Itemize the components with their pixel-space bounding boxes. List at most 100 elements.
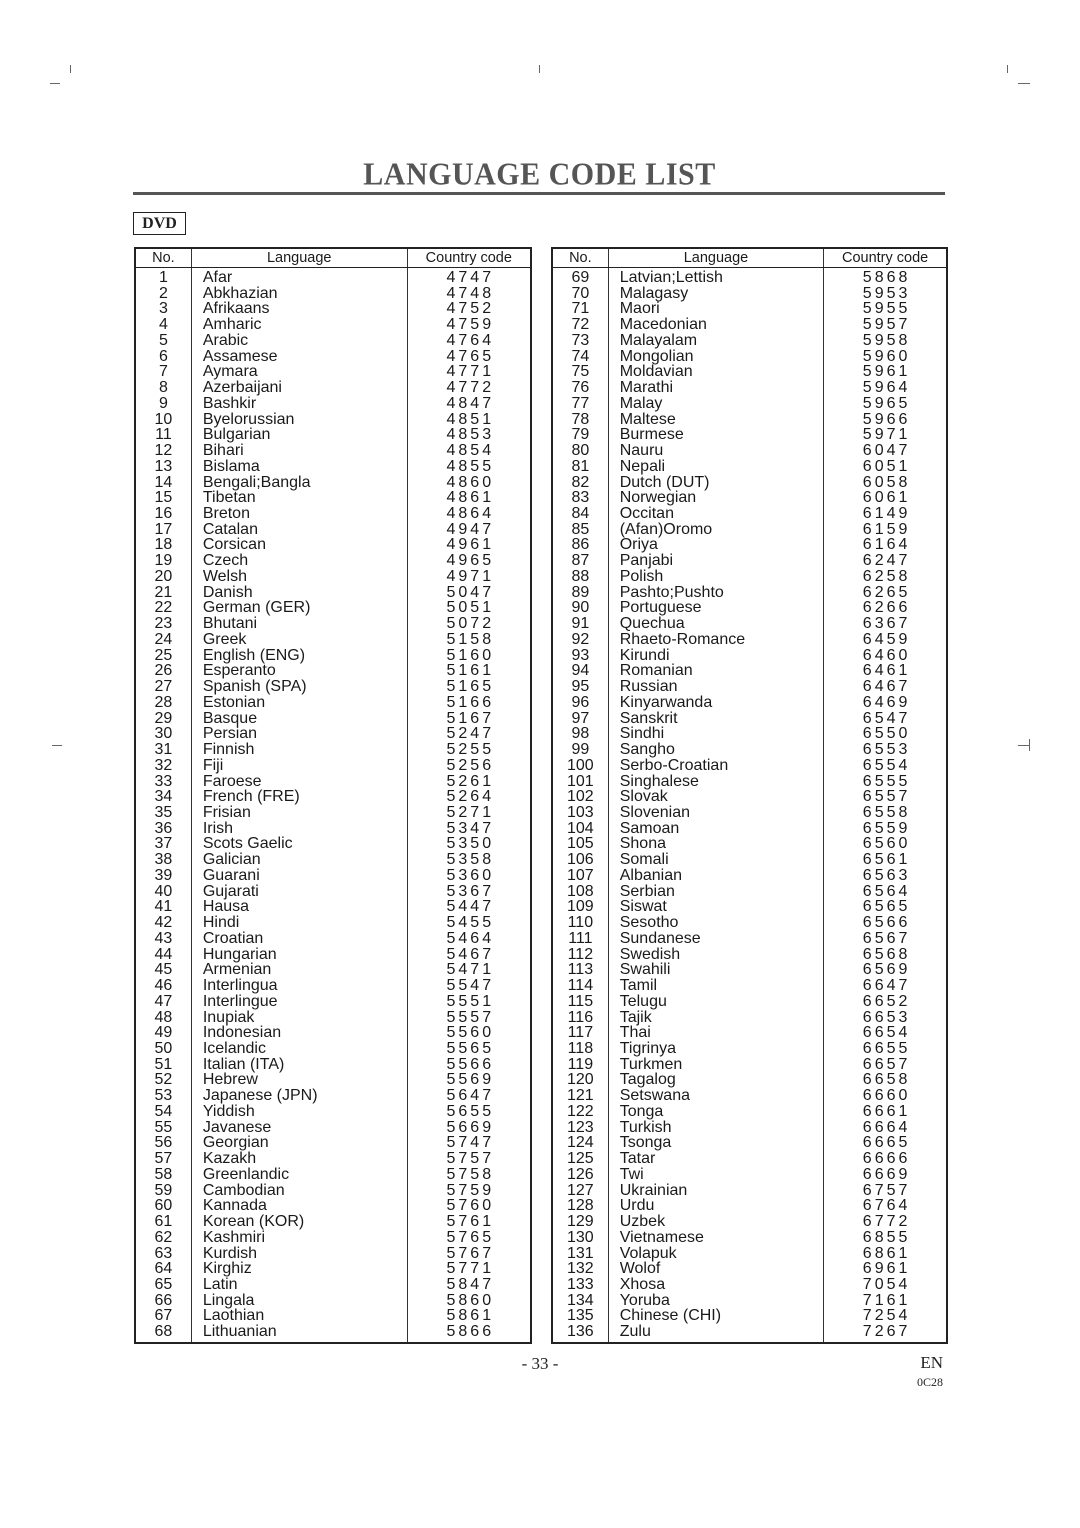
row-number: 33 <box>134 773 192 790</box>
country-code: 6558 <box>823 805 948 821</box>
country-code: 5551 <box>406 993 532 1010</box>
row-number: 110 <box>551 915 609 931</box>
row-number: 35 <box>134 805 192 821</box>
country-code: 6669 <box>823 1166 948 1183</box>
row-number: 17 <box>134 521 192 538</box>
row-number: 55 <box>134 1119 192 1136</box>
language-name: Singhalese <box>607 773 825 790</box>
country-code: 6159 <box>823 521 948 538</box>
table-row: 30 Persian 5247 <box>134 726 532 743</box>
language-name: Scots Gaelic <box>190 836 408 853</box>
header-language: Language <box>190 247 408 268</box>
table-row: 78 Maltese 5966 <box>551 411 948 428</box>
row-number: 106 <box>551 852 609 868</box>
row-number: 121 <box>551 1088 609 1104</box>
row-number: 74 <box>551 348 609 365</box>
table-row: 61 Korean (KOR) 5761 <box>134 1214 532 1230</box>
row-number: 93 <box>551 647 609 664</box>
table-row: 73 Malayalam 5958 <box>551 333 948 349</box>
country-code: 4847 <box>406 396 532 412</box>
country-code: 6553 <box>823 742 948 758</box>
language-name: Vietnamese <box>607 1229 825 1246</box>
row-number: 30 <box>134 726 192 743</box>
table-row: 125 Tatar 6666 <box>551 1151 948 1167</box>
language-name: Xhosa <box>607 1277 825 1293</box>
country-code: 6647 <box>823 978 948 994</box>
row-number: 20 <box>134 569 192 585</box>
table-row: 50 Icelandic 5565 <box>134 1041 532 1057</box>
row-number: 98 <box>551 726 609 743</box>
table-row: 124 Tsonga 6665 <box>551 1135 948 1152</box>
country-code: 6569 <box>823 962 948 979</box>
country-code: 4752 <box>406 301 532 318</box>
table-row: 113 Swahili 6569 <box>551 962 948 979</box>
language-name: Finnish <box>190 742 408 758</box>
table-row: 112 Swedish 6568 <box>551 946 948 963</box>
table-row: 14 Bengali;Bangla 4860 <box>134 474 532 491</box>
header-language: Language <box>607 247 825 268</box>
country-code: 5358 <box>406 852 532 868</box>
row-number: 129 <box>551 1214 609 1230</box>
language-name: Czech <box>190 553 408 569</box>
header-country-code: Country code <box>823 247 948 268</box>
language-name: Sanskrit <box>607 710 825 727</box>
table-row: 12 Bihari 4854 <box>134 443 532 459</box>
country-code: 7267 <box>823 1324 948 1343</box>
table-row: 131 Volapuk 6861 <box>551 1245 948 1262</box>
language-name: Tamil <box>607 978 825 994</box>
table-row: 48 Inupiak 5557 <box>134 1009 532 1026</box>
row-number: 14 <box>134 474 192 491</box>
language-name: Mongolian <box>607 348 825 365</box>
crop-mark-top-center <box>539 65 540 73</box>
row-number: 22 <box>134 600 192 617</box>
country-code: 6266 <box>823 600 948 617</box>
table-row: 20 Welsh 4971 <box>134 569 532 585</box>
country-code: 4764 <box>406 333 532 349</box>
language-name: Malagasy <box>607 285 825 302</box>
table-row: 65 Latin 5847 <box>134 1277 532 1293</box>
row-number: 118 <box>551 1041 609 1057</box>
table-row: 68 Lithuanian 5866 <box>134 1324 532 1343</box>
row-number: 63 <box>134 1245 192 1262</box>
country-code: 6459 <box>823 632 948 648</box>
country-code: 4961 <box>406 537 532 554</box>
language-name: Bengali;Bangla <box>190 474 408 491</box>
language-name: Spanish (SPA) <box>190 679 408 695</box>
language-name: Dutch (DUT) <box>607 474 825 491</box>
table-row: 3 Afrikaans 4752 <box>134 301 532 318</box>
country-code: 4765 <box>406 348 532 365</box>
country-code: 4854 <box>406 443 532 459</box>
country-code: 5861 <box>406 1308 532 1325</box>
language-name: Italian (ITA) <box>190 1056 408 1073</box>
table-row: 119 Turkmen 6657 <box>551 1056 948 1073</box>
country-code: 6764 <box>823 1198 948 1215</box>
row-number: 49 <box>134 1025 192 1041</box>
language-name: French (FRE) <box>190 789 408 805</box>
row-number: 133 <box>551 1277 609 1293</box>
language-name: Kurdish <box>190 1245 408 1262</box>
language-name: Telugu <box>607 993 825 1010</box>
language-name: Turkmen <box>607 1056 825 1073</box>
country-code: 6461 <box>823 663 948 680</box>
country-code: 5167 <box>406 710 532 727</box>
row-number: 38 <box>134 852 192 868</box>
row-number: 62 <box>134 1229 192 1246</box>
language-name: Inupiak <box>190 1009 408 1026</box>
row-number: 125 <box>551 1151 609 1167</box>
language-name: German (GER) <box>190 600 408 617</box>
country-code: 5669 <box>406 1119 532 1136</box>
country-code: 5557 <box>406 1009 532 1026</box>
table-row: 2 Abkhazian 4748 <box>134 285 532 302</box>
language-name: Welsh <box>190 569 408 585</box>
table-row: 76 Marathi 5964 <box>551 380 948 396</box>
table-row: 59 Cambodian 5759 <box>134 1182 532 1199</box>
country-code: 6658 <box>823 1072 948 1089</box>
row-number: 4 <box>134 317 192 333</box>
row-number: 114 <box>551 978 609 994</box>
language-name: Malay <box>607 396 825 412</box>
country-code: 5747 <box>406 1135 532 1152</box>
country-code: 5271 <box>406 805 532 821</box>
table-row: 67 Laothian 5861 <box>134 1308 532 1325</box>
row-number: 124 <box>551 1135 609 1152</box>
table-row: 135 Chinese (CHI) 7254 <box>551 1308 948 1325</box>
